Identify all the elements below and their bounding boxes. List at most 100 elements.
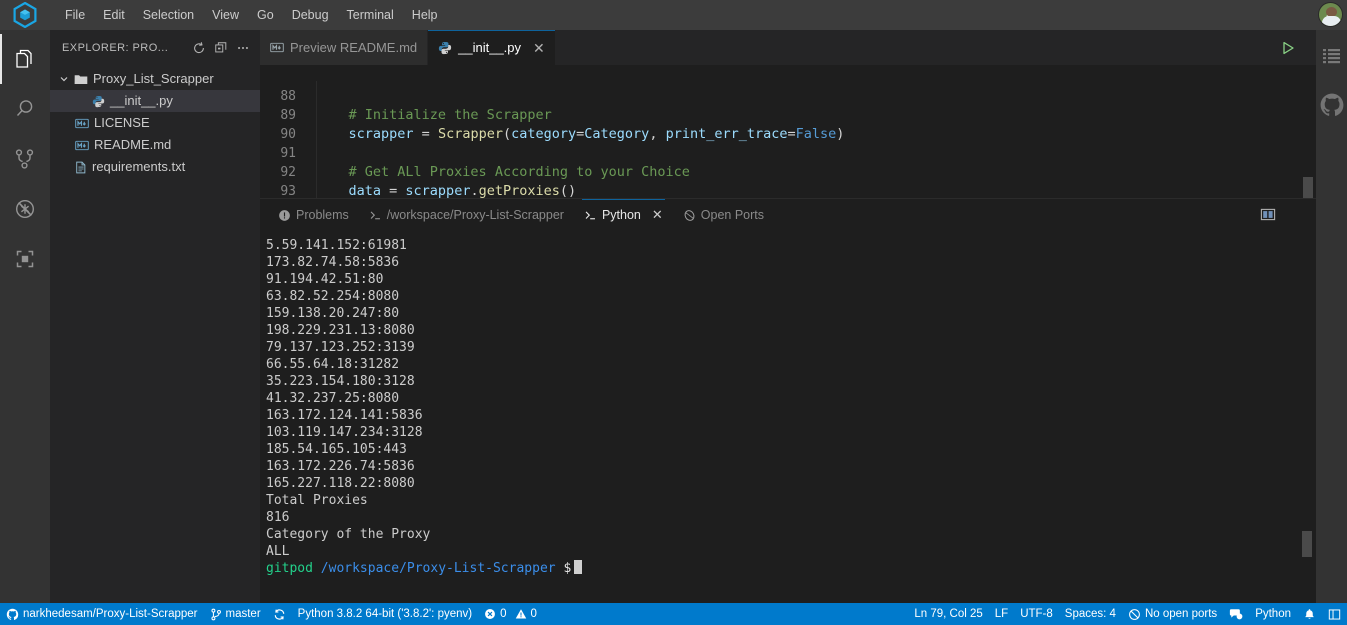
status-notifications[interactable] [1297,603,1322,625]
error-icon [484,608,496,620]
prompt-user: gitpod [266,561,313,576]
line-text: data = scrapper.getProxies() [348,183,577,198]
menu-selection[interactable]: Selection [134,3,203,27]
close-icon[interactable]: ✕ [533,41,545,55]
menu-debug[interactable]: Debug [283,3,338,27]
tab-label: Preview README.md [290,40,418,55]
terminal-prompt-line: gitpod /workspace/Proxy-List-Scrapper $ [266,560,1316,577]
status-language-mode[interactable]: Python [1249,603,1297,625]
tree-item-label: requirements.txt [92,159,186,174]
terminal-line: 185.54.165.105:443 [266,442,407,457]
status-layout[interactable] [1322,603,1347,625]
close-icon[interactable]: ✕ [652,207,663,223]
status-feedback[interactable] [1223,603,1249,625]
line-number: 91 [280,146,296,161]
terminal-line: ALL [266,544,290,559]
status-bar-left: narkhedesam/Proxy-List-Scrapper master P… [0,603,543,625]
editor-scrollbar[interactable] [1303,177,1313,198]
gitpod-logo[interactable] [0,0,50,30]
terminal-line: Total Proxies [266,493,368,508]
panel-tab-python[interactable]: Python ✕ [574,199,673,231]
list-icon[interactable] [1322,48,1342,66]
split-panel-icon[interactable] [1260,207,1276,223]
status-git-branch[interactable]: master [204,603,267,625]
menu-view[interactable]: View [203,3,248,27]
vscode-window: File Edit Selection View Go Debug Termin… [0,0,1347,625]
status-indentation[interactable]: Spaces: 4 [1059,603,1122,625]
terminal-scrollbar[interactable] [1302,531,1312,557]
line-text: # Get ALl Proxies According to your Choi… [348,164,690,180]
menu-edit[interactable]: Edit [94,3,134,27]
menu-go[interactable]: Go [248,3,283,27]
line-text: scrapper = Scrapper(category=Category, p… [348,126,845,142]
terminal-line: 163.172.124.141:5836 [266,408,423,423]
status-problems-count[interactable]: 0 0 [478,603,543,625]
layout-icon [1328,608,1341,621]
debug-disabled-icon [13,197,37,221]
status-sync[interactable] [267,603,292,625]
search-icon [13,97,37,121]
tab-label: __init__.py [458,40,522,55]
terminal-output[interactable]: 5.59.141.152:61981 173.82.74.58:5836 91.… [260,231,1316,603]
terminal-line: 91.194.42.51:80 [266,272,384,287]
status-repo-label: narkhedesam/Proxy-List-Scrapper [23,608,198,620]
activity-item-run-debug[interactable] [0,184,50,234]
tree-item-init-py[interactable]: __init__.py [50,90,260,112]
refresh-icon[interactable] [188,37,210,59]
workbench-body: EXPLORER: PRO... Proxy_List_Scrapper __i… [0,30,1347,603]
panel-tab-workspace-terminal[interactable]: /workspace/Proxy-List-Scrapper [359,199,574,231]
status-python-interpreter[interactable]: Python 3.8.2 64-bit ('3.8.2': pyenv) [292,603,478,625]
tree-item-folder[interactable]: Proxy_List_Scrapper [50,68,260,90]
status-cursor-label: Ln 79, Col 25 [914,608,983,620]
status-branch-label: master [225,608,261,620]
tree-item-requirements[interactable]: requirements.txt [50,156,260,178]
status-interpreter-label: Python 3.8.2 64-bit ('3.8.2': pyenv) [297,608,473,620]
panel-actions [1260,207,1316,223]
editor-actions [1274,30,1316,65]
python-icon [92,95,105,108]
line-number: 90 [280,127,296,142]
tree-item-readme[interactable]: README.md [50,134,260,156]
file-tree: Proxy_List_Scrapper __init__.py LICENSE … [50,65,260,178]
status-encoding[interactable]: UTF-8 [1014,603,1059,625]
github-icon [6,608,19,621]
tree-item-license[interactable]: LICENSE [50,112,260,134]
avatar[interactable] [1318,2,1343,27]
github-icon[interactable] [1319,92,1345,118]
menu-terminal[interactable]: Terminal [338,3,403,27]
terminal-cursor [574,560,583,574]
terminal-icon [584,209,597,222]
code-line: 88 [260,87,1316,106]
markdown-icon [75,140,89,151]
panel-tab-label: Python [601,208,641,222]
activity-item-search[interactable] [0,84,50,134]
activity-item-source-control[interactable] [0,134,50,184]
panel-tab-open-ports[interactable]: Open Ports [673,199,774,231]
explorer-header: EXPLORER: PRO... [50,30,260,65]
terminal-line: 159.138.20.247:80 [266,306,400,321]
code-editor[interactable]: 88 89 # Initialize the Scrapper 90 scrap… [260,81,1316,198]
tab-init-py[interactable]: __init__.py ✕ [428,30,556,65]
line-number: 93 [280,184,296,198]
status-open-ports[interactable]: No open ports [1122,603,1223,625]
menu-file[interactable]: File [56,3,94,27]
breadcrumb[interactable] [260,65,1316,81]
folder-icon [74,73,88,86]
run-python-file-icon[interactable] [1274,34,1302,62]
terminal-line: 79.137.123.252:3139 [266,340,415,355]
panel-tab-problems[interactable]: Problems [268,199,359,231]
status-eol-label: LF [994,608,1009,620]
terminal-line: 198.229.231.13:8080 [266,323,415,338]
terminal-line: 173.82.74.58:5836 [266,255,400,270]
tab-preview-readme[interactable]: Preview README.md [260,30,429,65]
activity-item-explorer[interactable] [0,34,50,84]
status-remote-repo[interactable]: narkhedesam/Proxy-List-Scrapper [0,603,204,625]
menu-help[interactable]: Help [403,3,447,27]
tree-item-label: __init__.py [110,93,173,108]
status-line-ending[interactable]: LF [989,603,1014,625]
status-cursor-position[interactable]: Ln 79, Col 25 [908,603,988,625]
activity-item-extensions[interactable] [0,234,50,284]
more-actions-icon[interactable] [232,37,254,59]
code-content: 88 89 # Initialize the Scrapper 90 scrap… [260,81,1316,198]
collapse-all-icon[interactable] [210,37,232,59]
